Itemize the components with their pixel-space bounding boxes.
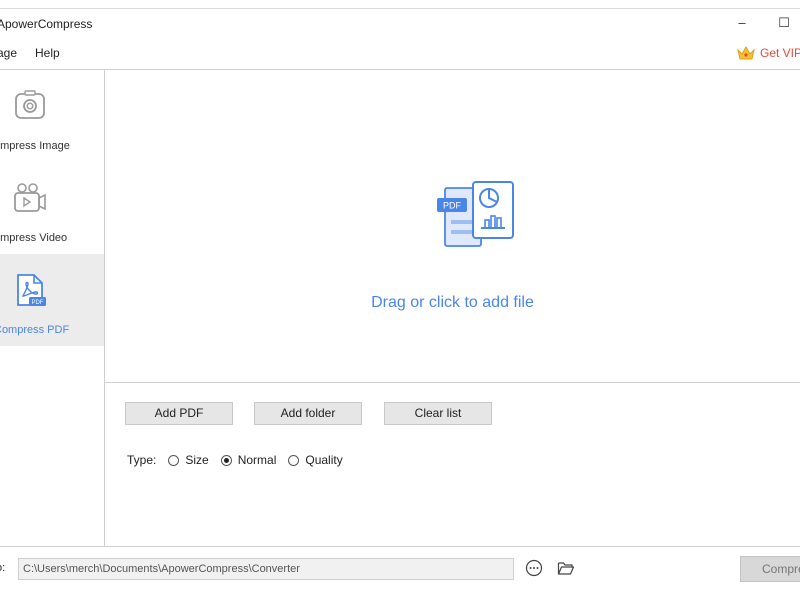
menu-item-help[interactable]: Help (35, 46, 60, 60)
get-vip-button[interactable]: Get VIP (736, 44, 800, 62)
compress-button[interactable]: Compress (740, 556, 800, 582)
sidebar: ompress Image ompress Video PDF Compress… (0, 69, 105, 546)
type-label: Type: (127, 453, 157, 467)
sidebar-item-label: Compress PDF (0, 324, 70, 336)
folder-open-icon[interactable] (557, 559, 575, 577)
radio-button-checked[interactable] (220, 454, 232, 466)
sidebar-item-label: ompress Video (0, 232, 68, 244)
svg-text:PDF: PDF (443, 201, 462, 211)
menu-bar: age Help (0, 39, 800, 69)
type-radio-normal[interactable]: Normal (220, 453, 277, 467)
type-selector: Type: Size Normal Quality (127, 451, 355, 469)
radio-label: Size (185, 453, 209, 467)
minimize-button[interactable]: – (734, 15, 750, 31)
controls-panel: Add PDF Add folder Clear list Type: Size… (105, 383, 800, 546)
menu-item-image[interactable]: age (0, 46, 17, 60)
title-bar: ApowerCompress – ☐ (0, 9, 800, 39)
maximize-button[interactable]: ☐ (776, 15, 792, 31)
camera-icon (15, 90, 45, 119)
radio-label: Quality (305, 453, 343, 467)
app-window: ApowerCompress – ☐ age Help Get VIP ompr… (0, 8, 800, 593)
video-camera-icon (14, 183, 46, 212)
radio-button[interactable] (288, 454, 300, 466)
crown-icon (737, 45, 755, 60)
app-title: ApowerCompress (0, 17, 93, 31)
sidebar-item-compress-video[interactable]: ompress Video (0, 162, 104, 254)
drop-hint-text: Drag or click to add file (371, 294, 534, 311)
sidebar-item-compress-pdf[interactable]: PDF Compress PDF (0, 254, 104, 346)
drop-zone[interactable]: PDF Drag or click to add file (105, 69, 800, 383)
pdf-file-icon: PDF (17, 274, 46, 306)
type-radio-quality[interactable]: Quality (288, 453, 343, 467)
svg-text:PDF: PDF (32, 300, 44, 306)
radio-label: Normal (237, 453, 277, 467)
clear-list-button[interactable]: Clear list (384, 402, 492, 425)
radio-button[interactable] (168, 454, 180, 466)
pdf-document-illustration: PDF (437, 181, 514, 247)
sidebar-item-label: ompress Image (0, 140, 70, 152)
get-vip-label: Get VIP (760, 46, 800, 60)
output-bar: o: C:\Users\merch\Documents\ApowerCompre… (0, 546, 800, 593)
add-pdf-button[interactable]: Add PDF (125, 402, 233, 425)
output-label: o: (0, 562, 6, 574)
ellipsis-circle-icon[interactable] (525, 559, 543, 577)
sidebar-item-compress-image[interactable]: ompress Image (0, 70, 104, 162)
type-radio-size[interactable]: Size (168, 453, 209, 467)
add-folder-button[interactable]: Add folder (254, 402, 362, 425)
output-path-field[interactable]: C:\Users\merch\Documents\ApowerCompress\… (18, 558, 514, 580)
